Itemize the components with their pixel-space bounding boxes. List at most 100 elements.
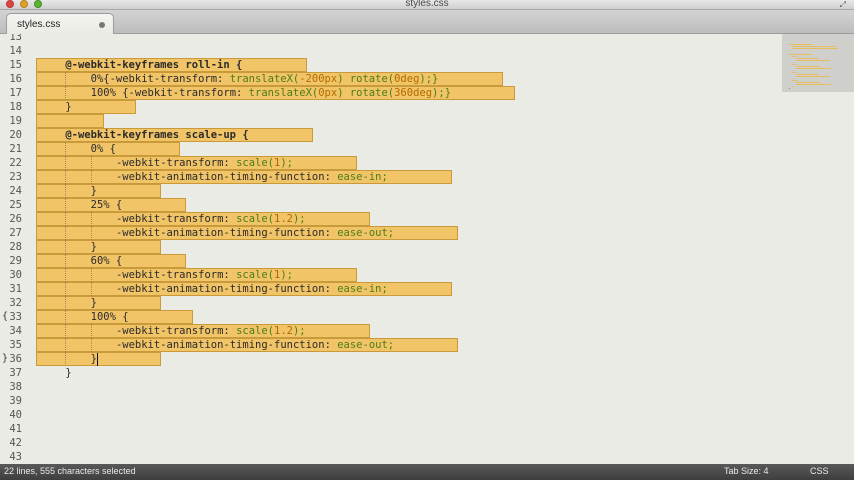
line-number: 22: [9, 157, 22, 169]
line-number: 24: [9, 185, 22, 197]
code-token: );}: [419, 73, 439, 85]
minimap-line: [792, 70, 794, 71]
indent-guide: [65, 240, 67, 254]
selection-status: 22 lines, 555 characters selected: [4, 466, 136, 476]
indent-guide: [90, 324, 92, 338]
code-line[interactable]: }: [91, 296, 97, 310]
indent-guide: [65, 254, 67, 268]
line-number: 32: [9, 297, 22, 309]
minimap[interactable]: [782, 34, 854, 464]
code-token: );: [292, 213, 306, 225]
code-token: -webkit-animation-timing-function:: [115, 283, 338, 295]
fold-arrow-icon[interactable]: }: [2, 352, 8, 366]
code-token: ease-out;: [337, 339, 395, 351]
tab-styles-css[interactable]: styles.css: [6, 13, 114, 34]
line-number-gutter: 13 14 15 16 17 18 19 20 21 22 23 24 25 26 27 28 29 30 31 32…: [0, 34, 36, 464]
code-line[interactable]: -webkit-transform: scale(1);: [116, 156, 293, 170]
code-token: );}: [432, 87, 452, 99]
code-token: }: [90, 185, 97, 197]
line-number: 19: [9, 115, 22, 127]
code-token: -webkit-transform:: [115, 157, 237, 169]
title-bar: styles.css ⤢: [0, 0, 854, 10]
code-line[interactable]: @-webkit-keyframes roll-in {: [65, 58, 242, 72]
code-token: 0%{-webkit-transform:: [90, 73, 230, 85]
code-token: );: [280, 269, 293, 281]
minimap-line: [792, 78, 794, 79]
code-line[interactable]: 100% {: [91, 310, 129, 324]
line-number: 26: [9, 213, 22, 225]
code-line[interactable]: }: [91, 240, 97, 254]
unsaved-dot-icon[interactable]: [99, 22, 105, 28]
code-line[interactable]: }: [65, 100, 71, 114]
code-token: ease-in;: [337, 283, 388, 295]
minimap-line: [792, 72, 797, 73]
code-token: scale(: [236, 325, 274, 337]
code-token: -webkit-transform:: [115, 325, 237, 337]
indent-guide: [65, 282, 67, 296]
line-number: 42: [9, 437, 22, 449]
code-editor[interactable]: 13 14 15 16 17 18 19 20 21 22 23 24 25 26 27 28 29 30 31 32…: [0, 34, 854, 464]
code-token: 360deg: [394, 87, 433, 99]
indent-guide: [65, 324, 67, 338]
code-line[interactable]: 0% {: [91, 142, 116, 156]
code-line[interactable]: -webkit-transform: scale(1.2);: [116, 212, 306, 226]
code-token: ease-out;: [337, 227, 395, 239]
selection-highlight: [36, 296, 161, 310]
syntax-selector[interactable]: CSS: [810, 466, 829, 476]
indent-guide: [65, 184, 67, 198]
indent-guide: [90, 282, 92, 296]
tab-size-selector[interactable]: Tab Size: 4: [724, 466, 769, 476]
code-line[interactable]: 60% {: [91, 254, 123, 268]
code-token: translateX(: [229, 73, 300, 85]
code-line[interactable]: 100% {-webkit-transform: translateX(0px)…: [91, 86, 451, 100]
line-number: 25: [9, 199, 22, 211]
indent-guide: [65, 72, 67, 86]
window-title: styles.css: [405, 0, 449, 9]
fold-arrow-icon[interactable]: {: [2, 310, 8, 324]
code-token: }: [90, 241, 97, 253]
minimap-line: [795, 84, 831, 85]
code-line[interactable]: -webkit-animation-timing-function: ease-…: [116, 226, 394, 240]
code-token: 0deg: [394, 73, 420, 85]
minimap-line: [795, 76, 830, 77]
minimap-line: [792, 64, 797, 65]
line-number: 27: [9, 227, 22, 239]
minimap-line: [795, 58, 818, 59]
code-line[interactable]: -webkit-animation-timing-function: ease-…: [116, 282, 388, 296]
line-number: 43: [9, 451, 22, 463]
line-number: 18: [9, 101, 22, 113]
code-line[interactable]: 0%{-webkit-transform: translateX(-200px)…: [91, 72, 439, 86]
minimap-line: [795, 68, 831, 69]
indent-guide: [90, 338, 92, 352]
code-line[interactable]: 25% {: [91, 198, 123, 212]
indent-guide: [65, 86, 67, 100]
code-token: -webkit-animation-timing-function:: [115, 171, 338, 183]
indent-guide: [65, 310, 67, 324]
indent-guide: [65, 268, 67, 282]
indent-guide: [65, 226, 67, 240]
code-token: 0px: [318, 87, 338, 99]
code-token: @-webkit-keyframes roll-in {: [65, 59, 243, 71]
code-line[interactable]: -webkit-animation-timing-function: ease-…: [116, 170, 388, 184]
line-number: 35: [9, 339, 22, 351]
code-area[interactable]: @-webkit-keyframes roll-in {0%{-webkit-t…: [36, 34, 776, 464]
minimap-line: [795, 82, 820, 83]
indent-guide: [65, 198, 67, 212]
line-number: 31: [9, 283, 22, 295]
code-line[interactable]: }: [91, 184, 97, 198]
line-number: 20: [9, 129, 22, 141]
indent-guide: [90, 170, 92, 184]
code-line[interactable]: -webkit-transform: scale(1.2);: [116, 324, 306, 338]
code-token: ): [337, 87, 350, 99]
code-token: translateX(: [248, 87, 319, 99]
code-line[interactable]: -webkit-animation-timing-function: ease-…: [116, 338, 394, 352]
line-number: 29: [9, 255, 22, 267]
code-line[interactable]: }: [65, 366, 71, 380]
code-token: -200px: [299, 73, 338, 85]
indent-guide: [65, 156, 67, 170]
code-line[interactable]: -webkit-transform: scale(1);: [116, 268, 293, 282]
fullscreen-icon[interactable]: ⤢: [840, 0, 846, 10]
indent-guide: [65, 170, 67, 184]
indent-guide: [65, 338, 67, 352]
code-line[interactable]: @-webkit-keyframes scale-up {: [65, 128, 248, 142]
